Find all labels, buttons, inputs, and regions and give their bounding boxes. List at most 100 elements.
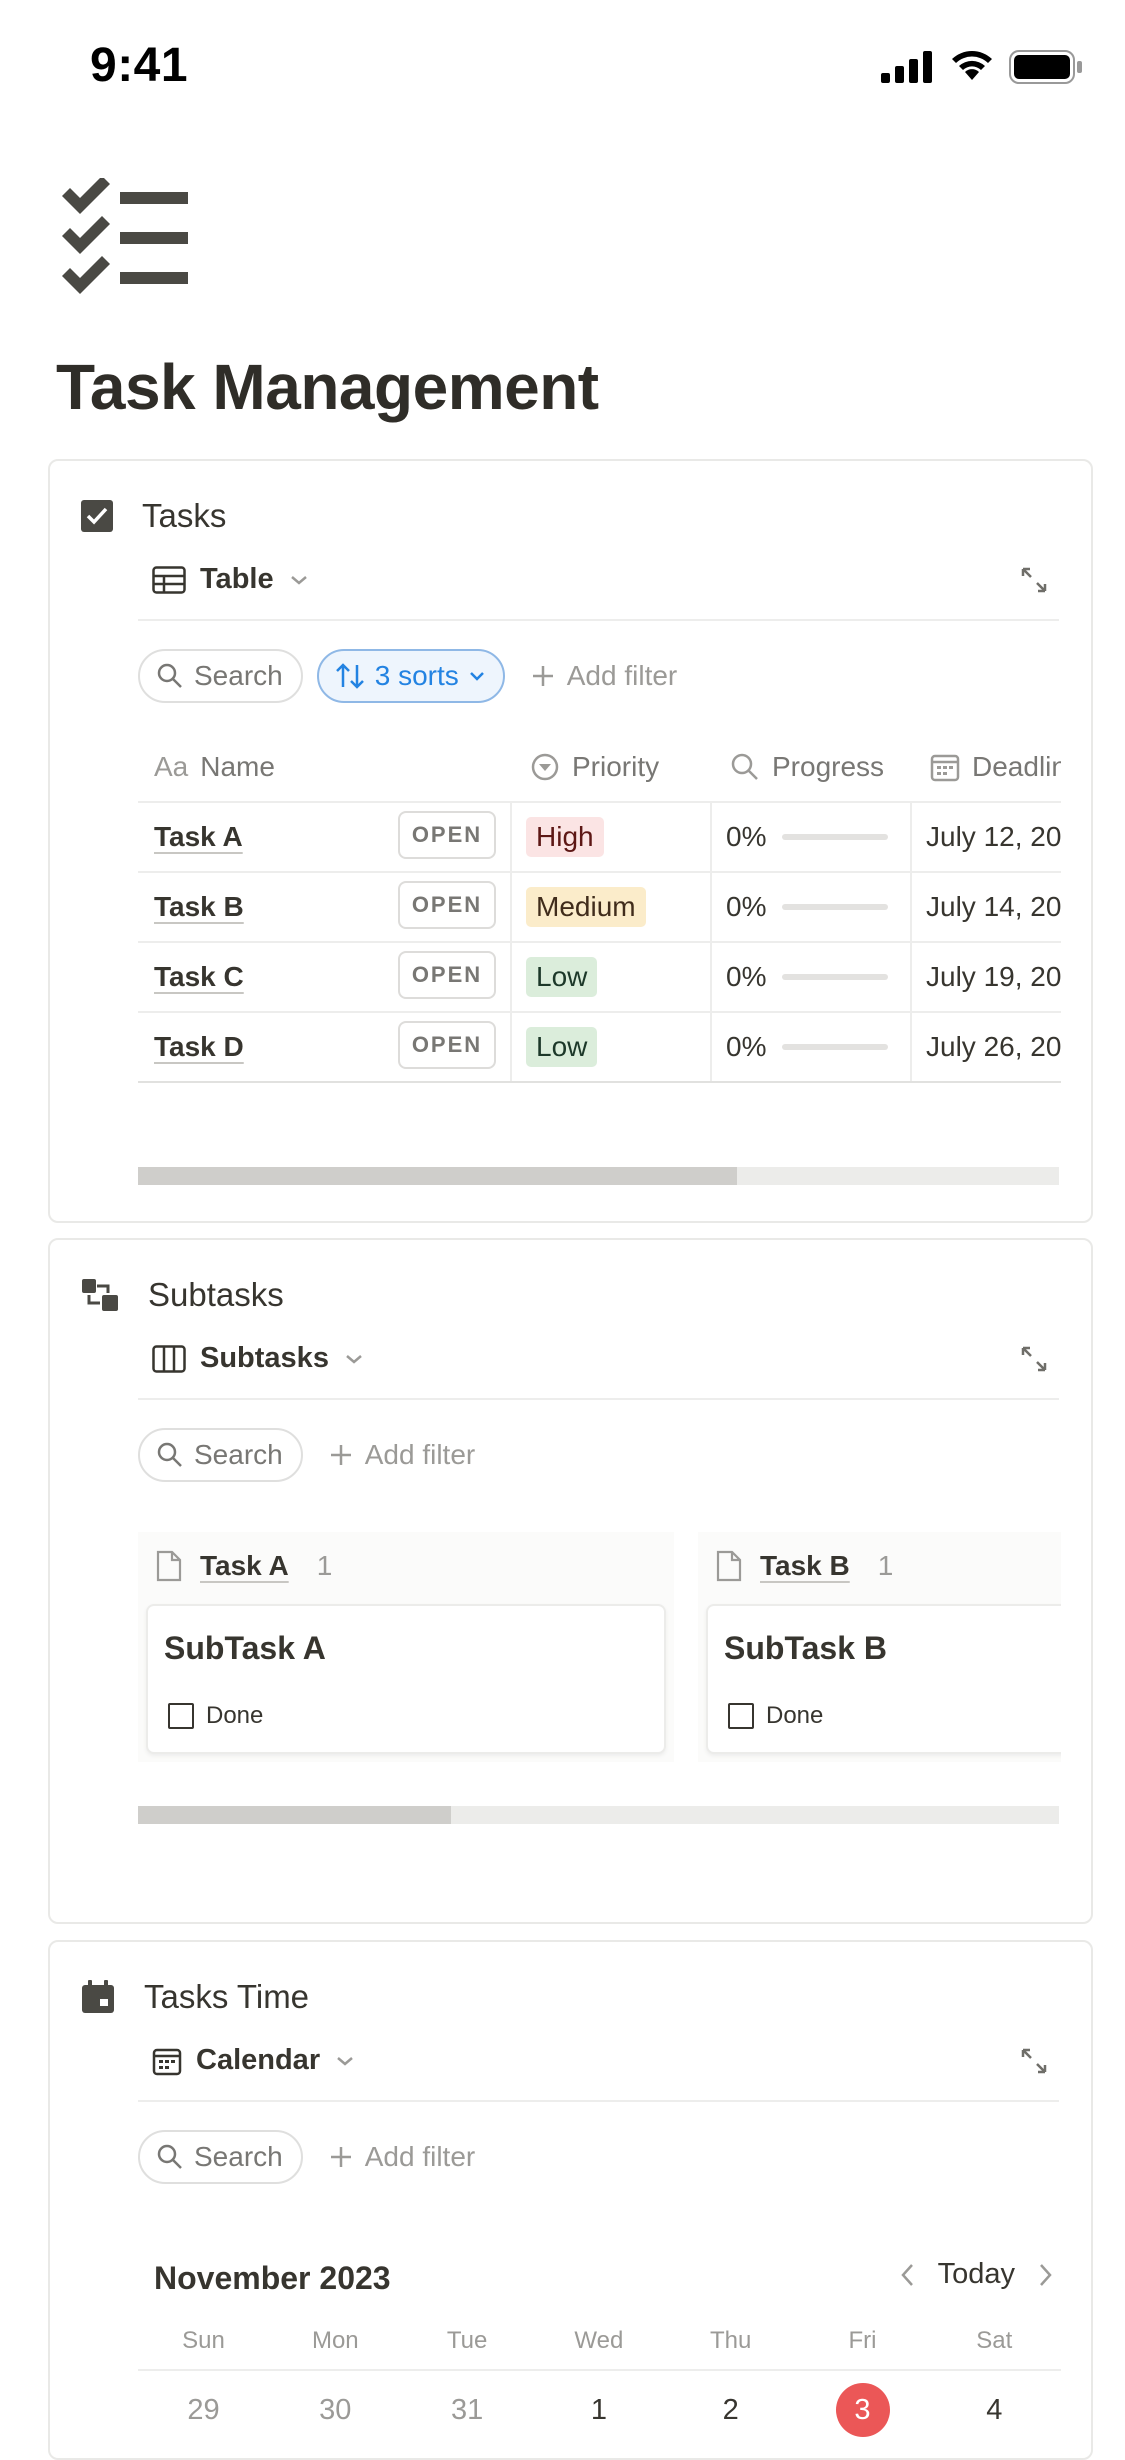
view-selector-board[interactable]: Subtasks xyxy=(152,1342,363,1375)
search-button[interactable]: Search xyxy=(138,1428,303,1482)
tasks-time-title: Tasks Time xyxy=(144,1978,310,2015)
add-filter-label: Add filter xyxy=(364,2141,476,2172)
add-filter-label: Add filter xyxy=(566,660,678,691)
search-button[interactable]: Search xyxy=(138,2130,303,2184)
subtasks-title: Subtasks xyxy=(148,1276,284,1313)
board-column-header[interactable]: Task A 1 xyxy=(156,1550,332,1582)
calendar-day[interactable]: 1 xyxy=(533,2382,664,2438)
sorts-button[interactable]: 3 sorts xyxy=(316,649,505,703)
column-header-label: Deadline xyxy=(972,751,1061,782)
calendar-weekdays: Sun Mon Tue Wed Thu Fri Sat xyxy=(138,2327,1061,2371)
board-column: Task B 1 SubTask B Done xyxy=(698,1532,1061,1762)
open-button[interactable]: OPEN xyxy=(398,811,496,859)
column-header-priority[interactable]: Priority xyxy=(530,733,659,801)
done-checkbox[interactable]: Done xyxy=(168,1702,263,1730)
progress-value: 0% xyxy=(726,891,767,922)
board-column-header[interactable]: Task B 1 xyxy=(716,1550,893,1582)
calendar-day[interactable]: 4 xyxy=(929,2382,1060,2438)
priority-tag: Medium xyxy=(526,887,646,927)
weekday-label: Wed xyxy=(574,2327,624,2354)
column-header-progress[interactable]: Progress xyxy=(730,733,884,801)
deadline-cell[interactable]: July 19, 2023 xyxy=(926,943,1061,1011)
priority-cell[interactable]: Low xyxy=(526,1013,598,1081)
expand-icon[interactable] xyxy=(1019,1344,1049,1374)
select-property-icon xyxy=(531,753,559,781)
view-selector-calendar[interactable]: Calendar xyxy=(152,2044,354,2077)
tasks-table: Aa Name Priority Progress Deadline Task … xyxy=(138,733,1061,1087)
calendar-day[interactable]: 31 xyxy=(402,2382,533,2438)
task-name[interactable]: Task D xyxy=(154,1013,244,1081)
deadline-cell[interactable]: July 26, 2023 xyxy=(926,1013,1061,1081)
tasks-time-header[interactable]: Tasks Time xyxy=(80,1978,309,2016)
tasks-header[interactable]: Tasks xyxy=(80,497,226,535)
day-number: 1 xyxy=(590,2393,607,2426)
calendar-day-today[interactable]: 3 xyxy=(797,2382,928,2438)
progress-bar xyxy=(782,1044,889,1050)
deadline-cell[interactable]: July 12, 2023 xyxy=(926,803,1061,871)
open-button[interactable]: OPEN xyxy=(398,1021,496,1069)
calendar-nav: Today xyxy=(898,2258,1055,2291)
view-selector-table[interactable]: Table xyxy=(152,563,308,596)
task-name[interactable]: Task C xyxy=(154,943,244,1011)
search-label: Search xyxy=(194,660,283,691)
checkbox-icon xyxy=(168,1703,194,1729)
add-filter-button[interactable]: Add filter xyxy=(531,660,678,692)
view-label: Subtasks xyxy=(200,1342,329,1374)
done-checkbox[interactable]: Done xyxy=(728,1702,823,1730)
horizontal-scrollbar[interactable] xyxy=(138,1806,1059,1824)
progress-cell[interactable]: 0% xyxy=(726,873,889,941)
board-card[interactable]: SubTask B Done xyxy=(706,1604,1061,1754)
chevron-right-icon[interactable] xyxy=(1037,2261,1055,2289)
expand-icon[interactable] xyxy=(1019,565,1049,595)
subtasks-header[interactable]: Subtasks xyxy=(80,1276,284,1314)
view-switcher-row: Table xyxy=(138,557,1059,621)
scrollbar-thumb[interactable] xyxy=(138,1806,452,1824)
progress-cell[interactable]: 0% xyxy=(726,943,889,1011)
calendar-day[interactable]: 2 xyxy=(665,2382,796,2438)
filter-row: Search Add filter xyxy=(138,2130,475,2184)
page-title: Task Management xyxy=(56,351,599,423)
task-name[interactable]: Task B xyxy=(154,873,244,941)
column-header-label: Priority xyxy=(572,751,660,782)
today-button[interactable]: Today xyxy=(938,2258,1015,2291)
table-row[interactable]: Task A OPEN High 0% July 12, 2023 xyxy=(138,801,1061,871)
priority-cell[interactable]: Low xyxy=(526,943,598,1011)
search-button[interactable]: Search xyxy=(138,649,303,703)
calendar-day[interactable]: 30 xyxy=(270,2382,401,2438)
add-filter-button[interactable]: Add filter xyxy=(329,2141,476,2173)
board-card[interactable]: SubTask A Done xyxy=(146,1604,666,1754)
priority-cell[interactable]: Medium xyxy=(526,873,646,941)
checkbox-label: Done xyxy=(206,1702,264,1729)
progress-value: 0% xyxy=(726,1031,767,1062)
add-filter-button[interactable]: Add filter xyxy=(329,1439,475,1471)
column-header-deadline[interactable]: Deadline xyxy=(930,733,1061,801)
deadline-cell[interactable]: July 14, 2023 xyxy=(926,873,1061,941)
scrollbar-thumb[interactable] xyxy=(138,1167,737,1185)
open-button[interactable]: OPEN xyxy=(398,951,496,999)
deadline-value: July 12, 2023 xyxy=(926,821,1061,852)
day-number: 3 xyxy=(835,2383,890,2437)
progress-cell[interactable]: 0% xyxy=(726,1013,889,1081)
board-column: Task A 1 SubTask A Done xyxy=(138,1532,674,1762)
status-time: 9:41 xyxy=(90,39,189,92)
board-column-name[interactable]: Task A xyxy=(200,1550,289,1582)
search-icon xyxy=(157,2144,182,2169)
relation-icon xyxy=(82,1279,118,1311)
table-row[interactable]: Task D OPEN Low 0% July 26, 2023 xyxy=(138,1011,1061,1083)
weekday-label: Fri xyxy=(848,2327,877,2354)
priority-cell[interactable]: High xyxy=(526,803,604,871)
open-button[interactable]: OPEN xyxy=(398,881,496,929)
search-icon xyxy=(157,663,182,688)
expand-icon[interactable] xyxy=(1019,2046,1049,2076)
filter-row: Search 3 sorts Add filter xyxy=(138,649,677,703)
task-name[interactable]: Task A xyxy=(154,803,243,871)
calendar-day[interactable]: 29 xyxy=(138,2382,269,2438)
table-row[interactable]: Task B OPEN Medium 0% July 14, 2023 xyxy=(138,871,1061,941)
column-header-name[interactable]: Aa Name xyxy=(154,733,275,801)
progress-cell[interactable]: 0% xyxy=(726,803,889,871)
progress-bar xyxy=(782,974,889,980)
chevron-left-icon[interactable] xyxy=(898,2261,916,2289)
horizontal-scrollbar[interactable] xyxy=(138,1167,1059,1185)
board-column-name[interactable]: Task B xyxy=(760,1550,850,1582)
table-row[interactable]: Task C OPEN Low 0% July 19, 2023 xyxy=(138,941,1061,1011)
